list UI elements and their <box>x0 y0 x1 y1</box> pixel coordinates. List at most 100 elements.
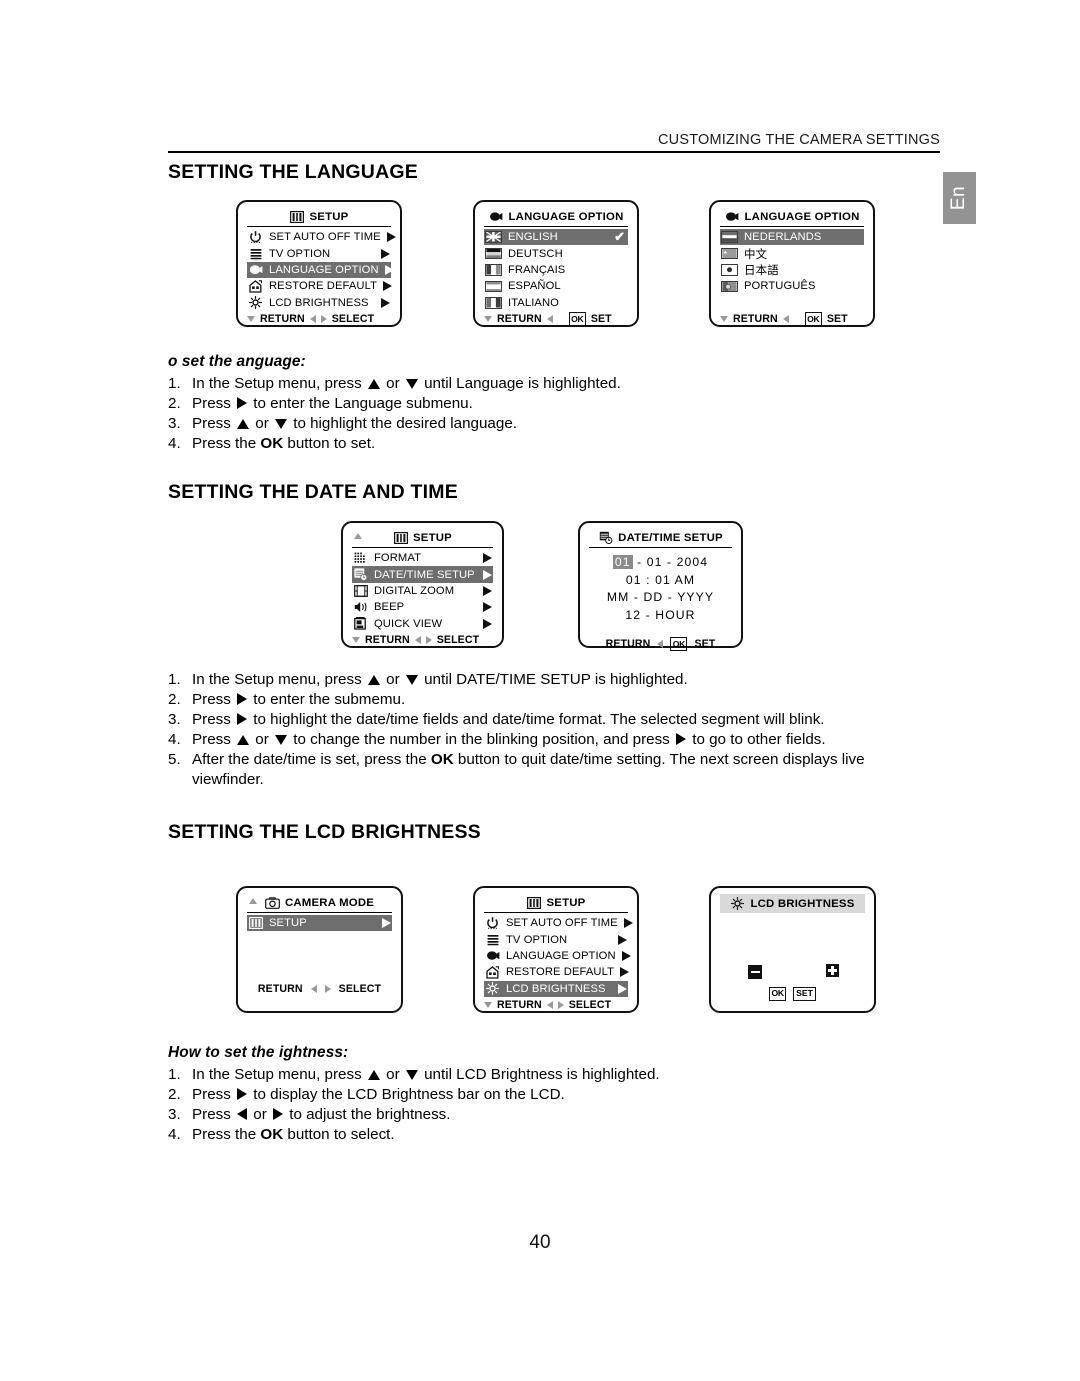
ok-emphasis: OK <box>430 751 454 769</box>
ok-button[interactable]: OK <box>804 312 822 326</box>
brightness-plus-button[interactable] <box>826 964 839 977</box>
footer-select-label[interactable]: SELECT <box>332 313 374 325</box>
right-arrow-icon <box>676 733 686 746</box>
step-text: Press the OK button to set. <box>192 434 376 452</box>
datetime-field-time[interactable]: 01 : 01 AM <box>589 572 732 590</box>
chevron-left-icon <box>782 314 789 323</box>
power-clock-icon <box>485 916 500 930</box>
down-arrow-icon <box>275 418 287 429</box>
language-item-espanol[interactable]: ESPAÑOL <box>484 278 628 294</box>
datetime-field-hour-mode[interactable]: 12 - HOUR <box>589 607 732 625</box>
howto-step: 2. Press to display the LCD Brightness b… <box>168 1085 868 1105</box>
menu-item-tv-option[interactable]: TV OPTION <box>247 245 391 261</box>
language-item-label: ITALIANO <box>508 296 559 309</box>
menu-item-tv-option[interactable]: TV OPTION <box>484 931 628 947</box>
screen-setup-datetime: SETUP FORMAT DATE/TIME SETUP DIGITAL ZOO… <box>341 521 504 648</box>
language-item-portugues[interactable]: PORTUGUÊS <box>720 278 864 294</box>
language-tab-label: En <box>948 185 970 211</box>
datetime-field-date[interactable]: 01 - 01 - 2004 <box>589 554 732 572</box>
howto-step: 3. Press or to adjust the brightness. <box>168 1105 868 1125</box>
menu-item-beep[interactable]: BEEP <box>352 599 493 615</box>
menu-item-date-time-setup[interactable]: DATE/TIME SETUP <box>352 566 493 583</box>
sun-icon <box>248 296 263 310</box>
howto-datetime: 1. In the Setup menu, press or until DAT… <box>168 670 928 790</box>
footer-select-label[interactable]: SELECT <box>569 999 611 1011</box>
blinking-segment[interactable]: 01 <box>612 555 633 569</box>
language-item-chinese[interactable]: 中文 <box>720 245 864 261</box>
menu-item-language-option[interactable]: LANGUAGE OPTION <box>247 261 394 279</box>
menu-item-label: SETUP <box>269 917 307 930</box>
speech-globe-icon <box>724 210 739 223</box>
datetime-field-format[interactable]: MM - DD - YYYY <box>589 589 732 607</box>
language-item-english[interactable]: ENGLISH ✔ <box>484 229 628 246</box>
step-number: 5. <box>168 751 181 769</box>
menu-item-restore-default[interactable]: RESTORE DEFAULT <box>247 278 393 294</box>
step-text: Press to enter the Language submenu. <box>192 394 473 412</box>
howto-step: 4. Press the OK button to select. <box>168 1125 868 1145</box>
calendar-clock-icon <box>598 531 613 544</box>
footer-select-label[interactable]: SELECT <box>437 634 479 646</box>
menu-item-lcd-brightness[interactable]: LCD BRIGHTNESS <box>247 295 391 311</box>
screen-title: LANGUAGE OPTION <box>720 208 864 225</box>
menu-item-set-auto-off-time[interactable]: SET AUTO OFF TIME <box>247 229 396 245</box>
language-item-label: 中文 <box>744 246 768 261</box>
chevron-right-icon <box>618 934 627 945</box>
right-arrow-icon <box>237 396 248 409</box>
screen-title-label: SETUP <box>413 531 452 544</box>
language-item-deutsch[interactable]: DEUTSCH <box>484 245 628 261</box>
speech-globe-icon <box>485 949 500 962</box>
left-arrow-icon <box>237 1107 248 1120</box>
flag-cn-icon <box>721 247 738 260</box>
menu-item-language-option[interactable]: LANGUAGE OPTION <box>484 948 631 964</box>
menu-item-lcd-brightness[interactable]: LCD BRIGHTNESS <box>484 980 628 997</box>
divider <box>352 547 493 548</box>
footer-return-label[interactable]: RETURN <box>258 983 303 995</box>
chevron-right-icon <box>381 297 390 308</box>
chevron-left-icon <box>657 640 664 648</box>
ok-button[interactable]: OK <box>568 312 586 326</box>
divider <box>720 226 864 227</box>
menu-item-format[interactable]: FORMAT <box>352 550 493 566</box>
chevron-right-icon <box>382 918 391 929</box>
menu-item-quick-view[interactable]: QUICK VIEW <box>352 616 493 632</box>
chevron-up-icon <box>249 898 257 904</box>
step-number: 1. <box>168 1065 181 1083</box>
language-item-italiano[interactable]: ITALIANO <box>484 295 628 311</box>
language-item-label: PORTUGUÊS <box>744 280 816 293</box>
screen-camera-mode: CAMERA MODE SETUP RETURN SELECT <box>236 886 403 1013</box>
language-item-francais[interactable]: FRANÇAIS <box>484 262 628 278</box>
step-text: In the Setup menu, press or until Langua… <box>192 374 621 392</box>
footer-return-label[interactable]: RETURN <box>365 634 410 646</box>
flag-de-icon <box>485 247 502 260</box>
menu-item-restore-default[interactable]: RESTORE DEFAULT <box>484 964 630 980</box>
screen-title-label: DATE/TIME SETUP <box>618 531 723 544</box>
header-rule <box>168 151 940 153</box>
footer-return-label[interactable]: RETURN <box>497 313 542 325</box>
footer-select-label[interactable]: SELECT <box>339 983 381 995</box>
footer-return-label[interactable]: RETURN <box>497 999 542 1011</box>
screen-footer: RETURN OK SET <box>589 636 732 652</box>
set-button[interactable]: SET <box>793 987 816 1001</box>
menu-item-label: SET AUTO OFF TIME <box>269 231 381 244</box>
chevron-right-icon <box>425 635 432 644</box>
howto-subhead: o set the anguage: <box>168 353 306 370</box>
chevron-left-icon <box>546 314 553 323</box>
language-item-nederlands[interactable]: NEDERLANDS <box>720 229 864 246</box>
right-arrow-icon <box>237 1087 248 1100</box>
menu-item-setup[interactable]: SETUP <box>247 915 392 932</box>
ok-button[interactable]: OK <box>769 987 787 1001</box>
screen-title: SETUP <box>247 208 391 225</box>
howto-steps: 1. In the Setup menu, press or until LCD… <box>168 1065 868 1145</box>
howto-steps: 1. In the Setup menu, press or until DAT… <box>168 670 928 790</box>
brightness-minus-button[interactable] <box>748 965 762 979</box>
footer-return-label[interactable]: RETURN <box>606 638 651 650</box>
footer-return-label[interactable]: RETURN <box>733 313 778 325</box>
menu-item-digital-zoom[interactable]: DIGITAL ZOOM <box>352 583 493 599</box>
menu-item-set-auto-off-time[interactable]: SET AUTO OFF TIME <box>484 915 633 931</box>
footer-return-label[interactable]: RETURN <box>260 313 305 325</box>
ok-button[interactable]: OK <box>670 637 688 651</box>
menu-item-label: FORMAT <box>374 552 421 565</box>
screen-title: SETUP <box>484 894 628 911</box>
language-item-japanese[interactable]: 日本語 <box>720 262 864 278</box>
ok-emphasis: OK <box>260 434 284 452</box>
